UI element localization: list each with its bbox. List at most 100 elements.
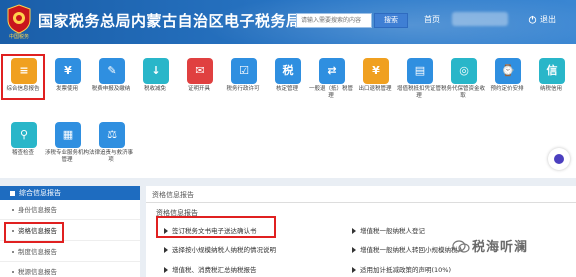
export-refund-icon: ¥: [363, 58, 389, 84]
tax-reduction-icon: ↓: [143, 58, 169, 84]
nav-square-icon: [10, 190, 15, 196]
function-tile[interactable]: 信纳税信用: [529, 52, 573, 114]
function-tile[interactable]: ⌚ 预约定价安排: [485, 52, 529, 114]
function-label: 预约定价安排: [490, 86, 524, 92]
function-label: 发票使用: [55, 86, 78, 92]
function-label: 增值税抵扣凭证管理: [397, 86, 442, 99]
icon-glyph: 信: [546, 64, 558, 77]
function-label: 出口退税管理: [358, 86, 392, 92]
icon-glyph: ¥: [64, 64, 72, 77]
panel-title: 资格信息报告: [152, 191, 194, 199]
highlight-box-e-delivery: [156, 216, 276, 238]
watermark-logo-icon: [452, 240, 470, 253]
user-name-blurred: [452, 12, 508, 26]
bullet-icon: [12, 271, 14, 273]
function-tile[interactable]: ¥ 发票使用: [45, 52, 89, 114]
function-label: 税收减免: [143, 86, 166, 92]
function-tile[interactable]: ⚖ 法律追责与救济事项: [89, 116, 133, 178]
icon-glyph: ¥: [372, 64, 380, 77]
function-tile[interactable]: ⚲ 稽查检查: [1, 116, 45, 178]
nav-item-tax-source[interactable]: 税源信息报告: [0, 262, 140, 277]
legal-icon: ⚖: [99, 122, 125, 148]
link-label: 选择按小规模纳税人纳税的情况说明: [172, 246, 276, 254]
icon-glyph: ☑: [239, 64, 249, 77]
search-input[interactable]: [296, 13, 372, 28]
function-tile[interactable]: ▦ 涉税专业服务机构管理: [45, 116, 89, 178]
link-additional-deduction-declaration[interactable]: 适用加计抵减政策的声明(10%): [352, 264, 451, 274]
function-tile[interactable]: ☑ 税务行政许可: [221, 52, 265, 114]
nav-item-label: 身份信息报告: [18, 206, 57, 214]
link-vat-consumption-summary[interactable]: 增值税、消费税汇总纳税报告: [164, 264, 257, 274]
function-tile[interactable]: ✉ 证明开具: [177, 52, 221, 114]
function-label: 税务行政许可: [226, 86, 260, 92]
nav-item-label: 税源信息报告: [18, 268, 57, 276]
exit-link[interactable]: 退出: [540, 14, 556, 25]
left-nav-header[interactable]: 综合信息报告: [0, 186, 140, 200]
arrow-right-icon: [164, 267, 168, 273]
emblem-caption: 中国税务: [8, 34, 29, 40]
link-vat-revert-small-scale[interactable]: 增值税一般纳税人转回小规模纳税人: [352, 244, 464, 254]
chat-bubble-icon[interactable]: [548, 148, 570, 170]
function-tile[interactable]: ◎ 税务代保管资金收取: [441, 52, 485, 114]
arrow-right-icon: [164, 247, 168, 253]
icon-glyph: ⚲: [19, 128, 29, 141]
agency-icon: ▦: [55, 122, 81, 148]
function-label: 涉税专业服务机构管理: [45, 150, 90, 163]
home-link[interactable]: 首页: [424, 14, 440, 25]
icon-glyph: ✎: [107, 64, 117, 77]
icon-glyph: ↓: [151, 64, 161, 77]
icon-glyph: 税: [282, 64, 294, 77]
exit-icon[interactable]: [528, 15, 537, 24]
nav-item-label: 制度信息报告: [18, 248, 57, 256]
divider: [146, 202, 576, 203]
arrow-right-icon: [352, 228, 356, 234]
function-tile[interactable]: ▤ 增值税抵扣凭证管理: [397, 52, 441, 114]
bullet-icon: [12, 209, 14, 211]
link-label: 增值税一般纳税人转回小规模纳税人: [360, 246, 464, 254]
icon-glyph: ▤: [414, 64, 426, 77]
link-label: 增值税、消费税汇总纳税报告: [172, 266, 257, 274]
link-label: 适用加计抵减政策的声明(10%): [360, 266, 452, 274]
certificate-icon: ✉: [187, 58, 213, 84]
nav-item-system[interactable]: 制度信息报告: [0, 242, 140, 262]
function-label: 稽查检查: [11, 150, 34, 156]
link-label: 增值税一般纳税人登记: [360, 227, 425, 235]
license-icon: ☑: [231, 58, 257, 84]
link-small-scale-explanation[interactable]: 选择按小规模纳税人纳税的情况说明: [164, 244, 276, 254]
left-nav-header-label: 综合信息报告: [19, 189, 61, 197]
tax-emblem-icon: [7, 4, 31, 34]
inspection-icon: ⚲: [11, 122, 37, 148]
site-title: 国家税务总局内蒙古自治区电子税务局: [38, 12, 302, 30]
highlight-box-qualification: [4, 222, 64, 243]
link-vat-general-registration[interactable]: 增值税一般纳税人登记: [352, 225, 425, 235]
left-nav: 综合信息报告 身份信息报告 资格信息报告 制度信息报告 税源信息报告: [0, 186, 140, 277]
assessment-icon: 税: [275, 58, 301, 84]
watermark-text: 税海听澜: [472, 240, 529, 255]
function-label: 纳税信用: [539, 86, 562, 92]
main-panel: 资格信息报告 资格信息报告 签订税务文书电子送达确认书 选择按小规模纳税人纳税的…: [146, 186, 576, 277]
function-label: 核定管理: [275, 86, 298, 92]
icon-glyph: ✉: [195, 64, 205, 77]
icon-glyph: ⚖: [107, 128, 117, 141]
function-label: 税务代保管资金收取: [441, 86, 486, 99]
highlight-box-report: [1, 54, 45, 100]
invoice-icon: ¥: [55, 58, 81, 84]
function-label: 税费申报及缴纳: [91, 86, 131, 92]
function-tile[interactable]: ✎ 税费申报及缴纳: [89, 52, 133, 114]
search-button[interactable]: 搜索: [374, 13, 408, 28]
function-label: 法律追责与救济事项: [89, 150, 134, 163]
function-grid: ≡ 综合信息报告 ¥ 发票使用 ✎ 税费申报及缴纳 ↓ 税收减免 ✉ 证明开具 ☑ 税务行政许可税核定…: [0, 44, 576, 178]
function-tile[interactable]: 税核定管理: [265, 52, 309, 114]
bullet-icon: [12, 251, 14, 253]
pricing-icon: ⌚: [495, 58, 521, 84]
vat-voucher-icon: ▤: [407, 58, 433, 84]
function-tile[interactable]: ¥ 出口退税管理: [353, 52, 397, 114]
icon-glyph: ⌚: [501, 64, 515, 77]
icon-glyph: ▦: [62, 128, 74, 141]
nav-item-identity[interactable]: 身份信息报告: [0, 200, 140, 220]
function-tile[interactable]: ↓ 税收减免: [133, 52, 177, 114]
function-tile[interactable]: ⇄ 一般退（抵）税管理: [309, 52, 353, 114]
arrow-right-icon: [352, 267, 356, 273]
icon-glyph: ◎: [459, 64, 469, 77]
arrow-right-icon: [352, 247, 356, 253]
